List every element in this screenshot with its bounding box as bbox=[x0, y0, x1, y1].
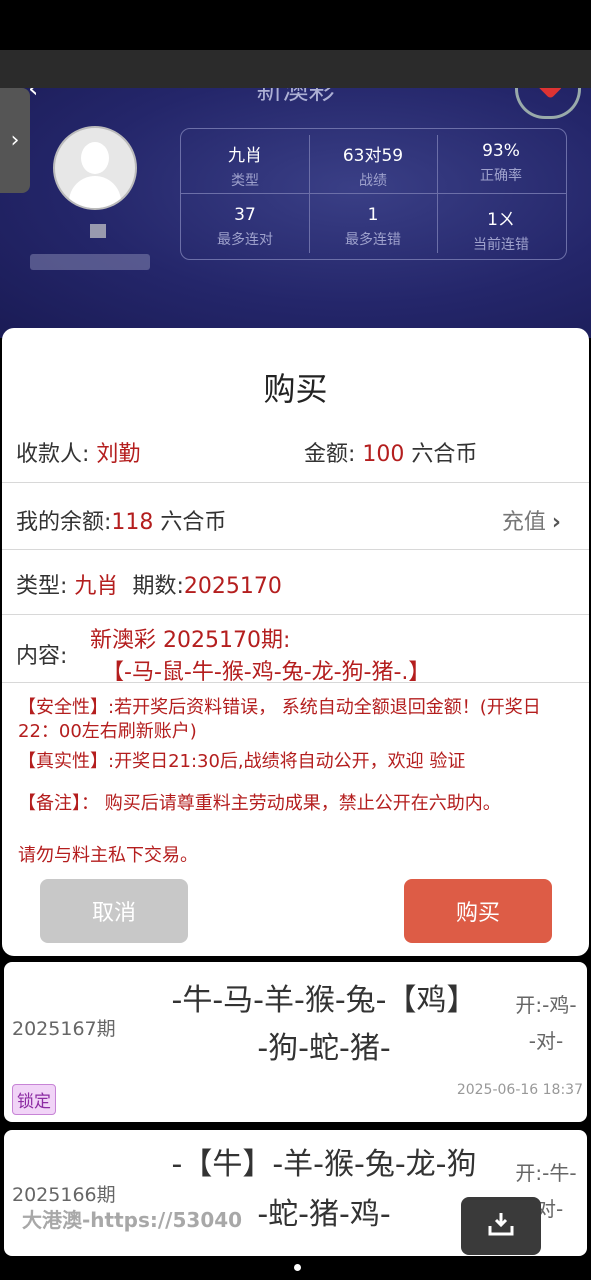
type-row: 类型: 九肖 期数:2025170 bbox=[16, 568, 282, 600]
status-bar bbox=[0, 0, 591, 50]
notice-remark-2: 请勿与料主私下交易。 bbox=[18, 845, 198, 866]
amount-label: 金额: bbox=[304, 442, 356, 467]
record-time: 2025-06-16 18:37 bbox=[456, 1082, 583, 1098]
stat-value: 1 bbox=[367, 205, 379, 225]
download-button[interactable] bbox=[461, 1197, 541, 1255]
amount-value: 100 bbox=[362, 442, 405, 467]
divider bbox=[2, 482, 589, 483]
side-expand-tab[interactable]: › bbox=[0, 88, 30, 193]
stat-current-wrong: 1ㄨ 当前连错 bbox=[437, 193, 565, 257]
divider bbox=[437, 135, 438, 253]
divider bbox=[181, 193, 566, 194]
amount-row: 金额: 100 六合币 bbox=[304, 436, 477, 468]
record-period: 2025167期 bbox=[12, 1018, 116, 1040]
record-line-1: -牛-马-羊-猴-兔-【鸡】 bbox=[171, 983, 477, 1018]
stat-value: 九肖 bbox=[228, 146, 262, 166]
download-icon bbox=[488, 1211, 514, 1237]
stat-label: 最多连错 bbox=[345, 232, 401, 248]
balance-label: 我的余额: bbox=[16, 510, 112, 535]
payee-row: 收款人: 刘勤 bbox=[16, 436, 140, 468]
balance-value: 118 bbox=[111, 510, 154, 535]
avatar-body-icon bbox=[69, 176, 121, 208]
stat-type: 九肖 类型 bbox=[181, 129, 309, 193]
record-open-1: 开:-牛- bbox=[515, 1161, 577, 1185]
type-label: 类型: bbox=[16, 574, 68, 599]
type-value: 九肖 bbox=[74, 574, 119, 599]
avatar bbox=[53, 126, 137, 210]
stat-label: 类型 bbox=[231, 173, 259, 189]
notice-remark: 【备注】： 购买后请尊重料主劳动成果，禁止公开在六助内。 bbox=[18, 793, 501, 814]
page-title: 新澳彩 bbox=[256, 88, 335, 106]
record-period: 2025166期 bbox=[12, 1184, 116, 1206]
notice-truth: 【真实性】:开奖日21:30后,战绩将自动公开，欢迎 验证 bbox=[18, 751, 466, 772]
payee-value: 刘勤 bbox=[96, 442, 141, 467]
dialog-title: 购买 bbox=[263, 370, 328, 408]
stat-value: 63对59 bbox=[342, 146, 404, 166]
avatar-head-icon bbox=[81, 142, 109, 174]
heart-icon[interactable] bbox=[515, 88, 581, 119]
stat-accuracy: 93% 正确率 bbox=[437, 129, 565, 193]
stat-label: 正确率 bbox=[480, 168, 522, 184]
blurred-id bbox=[30, 254, 150, 270]
watermark-url: 大港澳-https://53040 bbox=[22, 1208, 243, 1232]
stat-max-streak-wrong: 1 最多连错 bbox=[309, 193, 437, 257]
cancel-button[interactable]: 取消 bbox=[40, 879, 188, 943]
divider bbox=[2, 549, 589, 550]
blurred-name bbox=[90, 224, 106, 238]
content-label: 内容: bbox=[16, 644, 68, 669]
divider bbox=[309, 135, 310, 253]
stat-label: 当前连错 bbox=[473, 237, 529, 253]
stat-value: 93% bbox=[482, 141, 520, 161]
record-open-1: 开:-鸡- bbox=[515, 993, 577, 1017]
stat-value: 1ㄨ bbox=[487, 210, 515, 230]
top-band bbox=[0, 50, 591, 88]
page-indicator-dot bbox=[294, 1264, 301, 1271]
divider bbox=[2, 614, 589, 615]
issue-label: 期数: bbox=[132, 574, 184, 599]
chevron-right-icon: › bbox=[551, 510, 561, 535]
payee-label: 收款人: bbox=[16, 442, 90, 467]
stat-label: 最多连对 bbox=[217, 232, 273, 248]
stat-label: 战绩 bbox=[359, 173, 387, 189]
issue-value: 2025170 bbox=[183, 574, 282, 599]
buy-button[interactable]: 购买 bbox=[404, 879, 552, 943]
purchase-dialog: 购买 收款人: 刘勤 金额: 100 六合币 我的余额:118 六合币 充值 › … bbox=[2, 328, 589, 956]
lock-badge: 锁定 bbox=[12, 1084, 56, 1115]
record-card[interactable]: 2025167期 -牛-马-羊-猴-兔-【鸡】 -狗-蛇-猪- 开:-鸡- -对… bbox=[4, 962, 587, 1122]
record-line-1: -【牛】-羊-猴-兔-龙-狗 bbox=[171, 1147, 477, 1182]
stat-value: 37 bbox=[234, 205, 256, 225]
content-line-1: 新澳彩 2025170期: bbox=[90, 628, 291, 653]
balance-row: 我的余额:118 六合币 bbox=[16, 504, 226, 536]
record-open-2: -对- bbox=[528, 1029, 564, 1053]
amount-unit: 六合币 bbox=[411, 442, 478, 467]
divider bbox=[2, 682, 589, 683]
recharge-button[interactable]: 充值 › bbox=[502, 504, 561, 536]
bottom-bar bbox=[0, 1256, 591, 1280]
stat-max-streak-right: 37 最多连对 bbox=[181, 193, 309, 257]
record-line-2: -狗-蛇-猪- bbox=[257, 1031, 391, 1066]
stats-panel: 九肖 类型 63对59 战绩 93% 正确率 37 最多连对 1 最多连错 1ㄨ… bbox=[180, 128, 567, 260]
stat-record: 63对59 战绩 bbox=[309, 129, 437, 193]
balance-unit: 六合币 bbox=[160, 510, 227, 535]
notice-safety: 【安全性】:若开奖后资料错误， 系统自动全额退回金额！(开奖日22：00左右刷新… bbox=[18, 697, 541, 742]
recharge-label: 充值 bbox=[501, 510, 546, 535]
